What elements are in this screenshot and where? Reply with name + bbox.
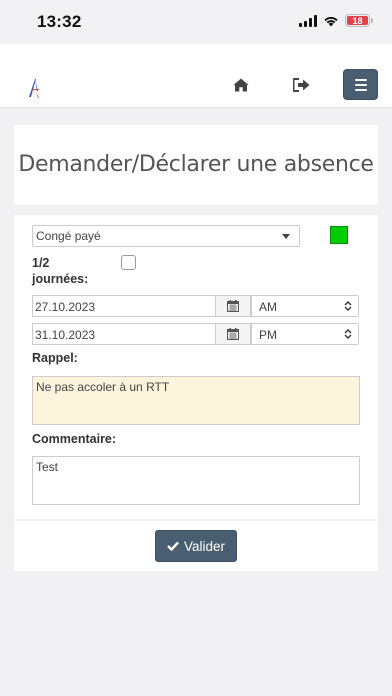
absence-form: Congé payé 1/2 journées: 27.10.2023 AM 3… — [14, 215, 378, 519]
caret-down-icon — [282, 234, 290, 239]
wifi-icon — [324, 16, 338, 26]
actions-panel: Valider — [14, 521, 378, 571]
reminder-text: Ne pas accoler à un RTT — [32, 376, 360, 425]
end-calendar-button[interactable] — [215, 323, 251, 345]
status-indicators: 18 — [299, 14, 373, 27]
page-title: Demander/Déclarer une absence — [18, 152, 374, 177]
sign-out-icon[interactable] — [292, 76, 312, 94]
hamburger-icon — [354, 78, 367, 81]
end-period-value: PM — [259, 328, 277, 342]
validate-label: Valider — [183, 538, 226, 554]
absence-type-select[interactable]: Congé payé — [32, 225, 300, 247]
comment-label: Commentaire: — [32, 432, 117, 446]
menu-button[interactable] — [343, 69, 378, 100]
half-day-label: 1/2 journées: — [32, 256, 89, 286]
up-down-caret-icon — [344, 329, 352, 339]
battery-level: 18 — [347, 16, 368, 26]
comment-textarea[interactable]: Test — [32, 456, 360, 505]
cellular-signal-icon — [299, 14, 317, 27]
end-date-input[interactable]: 31.10.2023 — [32, 323, 215, 345]
absence-type-value: Congé payé — [36, 229, 101, 243]
half-day-checkbox[interactable] — [121, 255, 136, 270]
calendar-icon — [227, 300, 239, 312]
start-period-value: AM — [259, 300, 277, 314]
start-calendar-button[interactable] — [215, 295, 251, 317]
calendar-icon — [227, 328, 239, 340]
reminder-label: Rappel: — [32, 351, 78, 365]
app-logo[interactable] — [27, 77, 41, 99]
up-down-caret-icon — [344, 301, 352, 311]
battery-icon: 18 — [345, 14, 373, 27]
status-bar: 13:32 18 — [0, 0, 392, 44]
title-panel: Demander/Déclarer une absence — [14, 125, 378, 205]
home-icon[interactable] — [231, 76, 251, 94]
status-time: 13:32 — [37, 12, 82, 31]
start-date-input[interactable]: 27.10.2023 — [32, 295, 215, 317]
end-period-select[interactable]: PM — [251, 323, 359, 345]
top-navbar — [0, 44, 392, 108]
validate-button[interactable]: Valider — [155, 530, 237, 562]
start-period-select[interactable]: AM — [251, 295, 359, 317]
check-icon — [167, 541, 179, 551]
absence-color-swatch — [330, 226, 348, 244]
